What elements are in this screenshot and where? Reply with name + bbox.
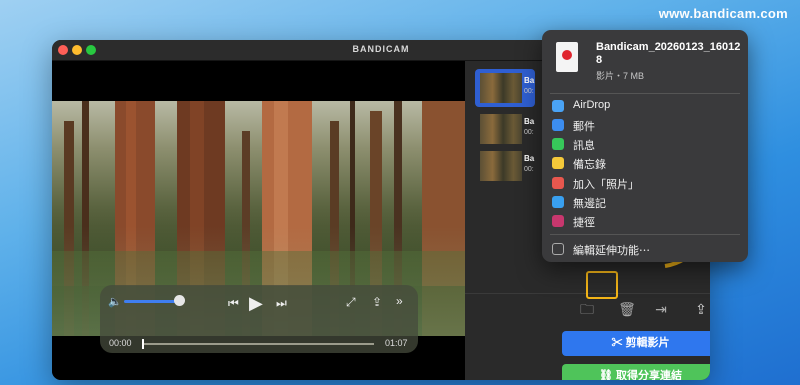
menu-item-label: 加入「照片」 <box>573 179 639 191</box>
menu-item-notes[interactable]: 備忘錄 <box>552 155 738 171</box>
progress-bar[interactable] <box>142 343 374 345</box>
menu-item-label: 訊息 <box>573 140 595 152</box>
menu-item-photos[interactable]: 加入「照片」 <box>552 175 738 191</box>
trash-icon[interactable]: 🗑 <box>617 299 637 319</box>
watermark: www.bandicam.com <box>658 6 788 21</box>
play-icon[interactable]: ▶ <box>249 294 263 312</box>
skip-forward-icon[interactable]: ⏭ <box>276 297 287 309</box>
edit-video-button[interactable]: ✂ 剪輯影片 <box>562 331 710 356</box>
get-share-link-label: 取得分享連結 <box>616 370 683 380</box>
menu-item-label: 無邊記 <box>573 198 606 210</box>
recording-thumbnail <box>480 114 522 144</box>
menu-item-freeform[interactable]: 無邊記 <box>552 194 738 210</box>
scissors-icon: ✂ <box>611 337 626 349</box>
mail-icon <box>552 119 564 131</box>
menu-item-edit-extensions[interactable]: 編輯延伸功能⋯ <box>552 241 738 257</box>
volume-slider[interactable] <box>124 300 180 303</box>
folder-icon[interactable]: 🗀 <box>577 299 597 319</box>
share-icon[interactable]: ⇪ <box>691 299 710 319</box>
share-button-highlight <box>586 271 618 299</box>
freeform-icon <box>552 196 564 208</box>
menu-item-label: 捷徑 <box>573 217 595 229</box>
extensions-icon <box>552 243 564 255</box>
shortcuts-icon <box>552 215 564 227</box>
recording-thumbnail <box>480 151 522 181</box>
share-small-icon[interactable]: ⇪ <box>372 296 382 308</box>
share-file-meta: 影片・7 MB <box>596 71 645 81</box>
current-time: 00:00 <box>109 338 132 348</box>
recording-duration: 00: <box>524 166 534 173</box>
menu-item-shortcuts[interactable]: 捷徑 <box>552 213 738 229</box>
video-player: 🔈 ⏮ ▶ ⏭ ⤢ ⇪ » 00:00 01:07 <box>52 61 465 380</box>
recording-item[interactable]: Ba 00: <box>475 69 535 107</box>
file-icon <box>556 42 578 72</box>
skip-back-icon[interactable]: ⏮ <box>228 297 239 309</box>
recording-item[interactable]: Ba 00: <box>475 147 535 185</box>
share-menu: Bandicam_20260123_160128 影片・7 MB AirDrop… <box>542 30 748 262</box>
recording-title: Ba <box>524 154 535 163</box>
photos-icon <box>552 177 564 189</box>
volume-icon[interactable]: 🔈 <box>108 295 122 308</box>
recording-item[interactable]: Ba 00: <box>475 110 535 148</box>
playback-controls: 🔈 ⏮ ▶ ⏭ ⤢ ⇪ » 00:00 01:07 <box>100 285 418 353</box>
menu-item-label: 郵件 <box>573 121 595 133</box>
notes-icon <box>552 157 564 169</box>
recording-duration: 00: <box>524 129 534 136</box>
fullscreen-icon[interactable]: ⤢ <box>346 296 356 308</box>
get-share-link-button[interactable]: ⛓ 取得分享連結 <box>562 364 710 380</box>
menu-item-label: 備忘錄 <box>573 159 606 171</box>
export-icon[interactable]: ⇥ <box>651 299 671 319</box>
recording-thumbnail <box>480 73 522 103</box>
progress-playhead[interactable] <box>142 339 144 349</box>
edit-video-label: 剪輯影片 <box>625 337 670 349</box>
menu-item-label: AirDrop <box>573 99 611 111</box>
more-controls-icon[interactable]: » <box>396 295 403 307</box>
recording-title: Ba <box>524 76 535 85</box>
link-icon: ⛓ <box>598 370 617 380</box>
menu-item-messages[interactable]: 訊息 <box>552 136 738 152</box>
menu-item-mail[interactable]: 郵件 <box>552 117 738 133</box>
recording-title: Ba <box>524 117 535 126</box>
share-file-name: Bandicam_20260123_160128 <box>596 41 741 66</box>
menu-divider <box>550 234 740 235</box>
menu-item-label: 編輯延伸功能⋯ <box>573 245 650 257</box>
volume-knob[interactable] <box>174 295 185 306</box>
menu-item-airdrop[interactable]: AirDrop <box>552 98 738 114</box>
messages-icon <box>552 138 564 150</box>
menu-divider <box>550 93 740 94</box>
airdrop-icon <box>552 100 564 112</box>
duration: 01:07 <box>385 338 408 348</box>
recording-duration: 00: <box>524 88 534 95</box>
